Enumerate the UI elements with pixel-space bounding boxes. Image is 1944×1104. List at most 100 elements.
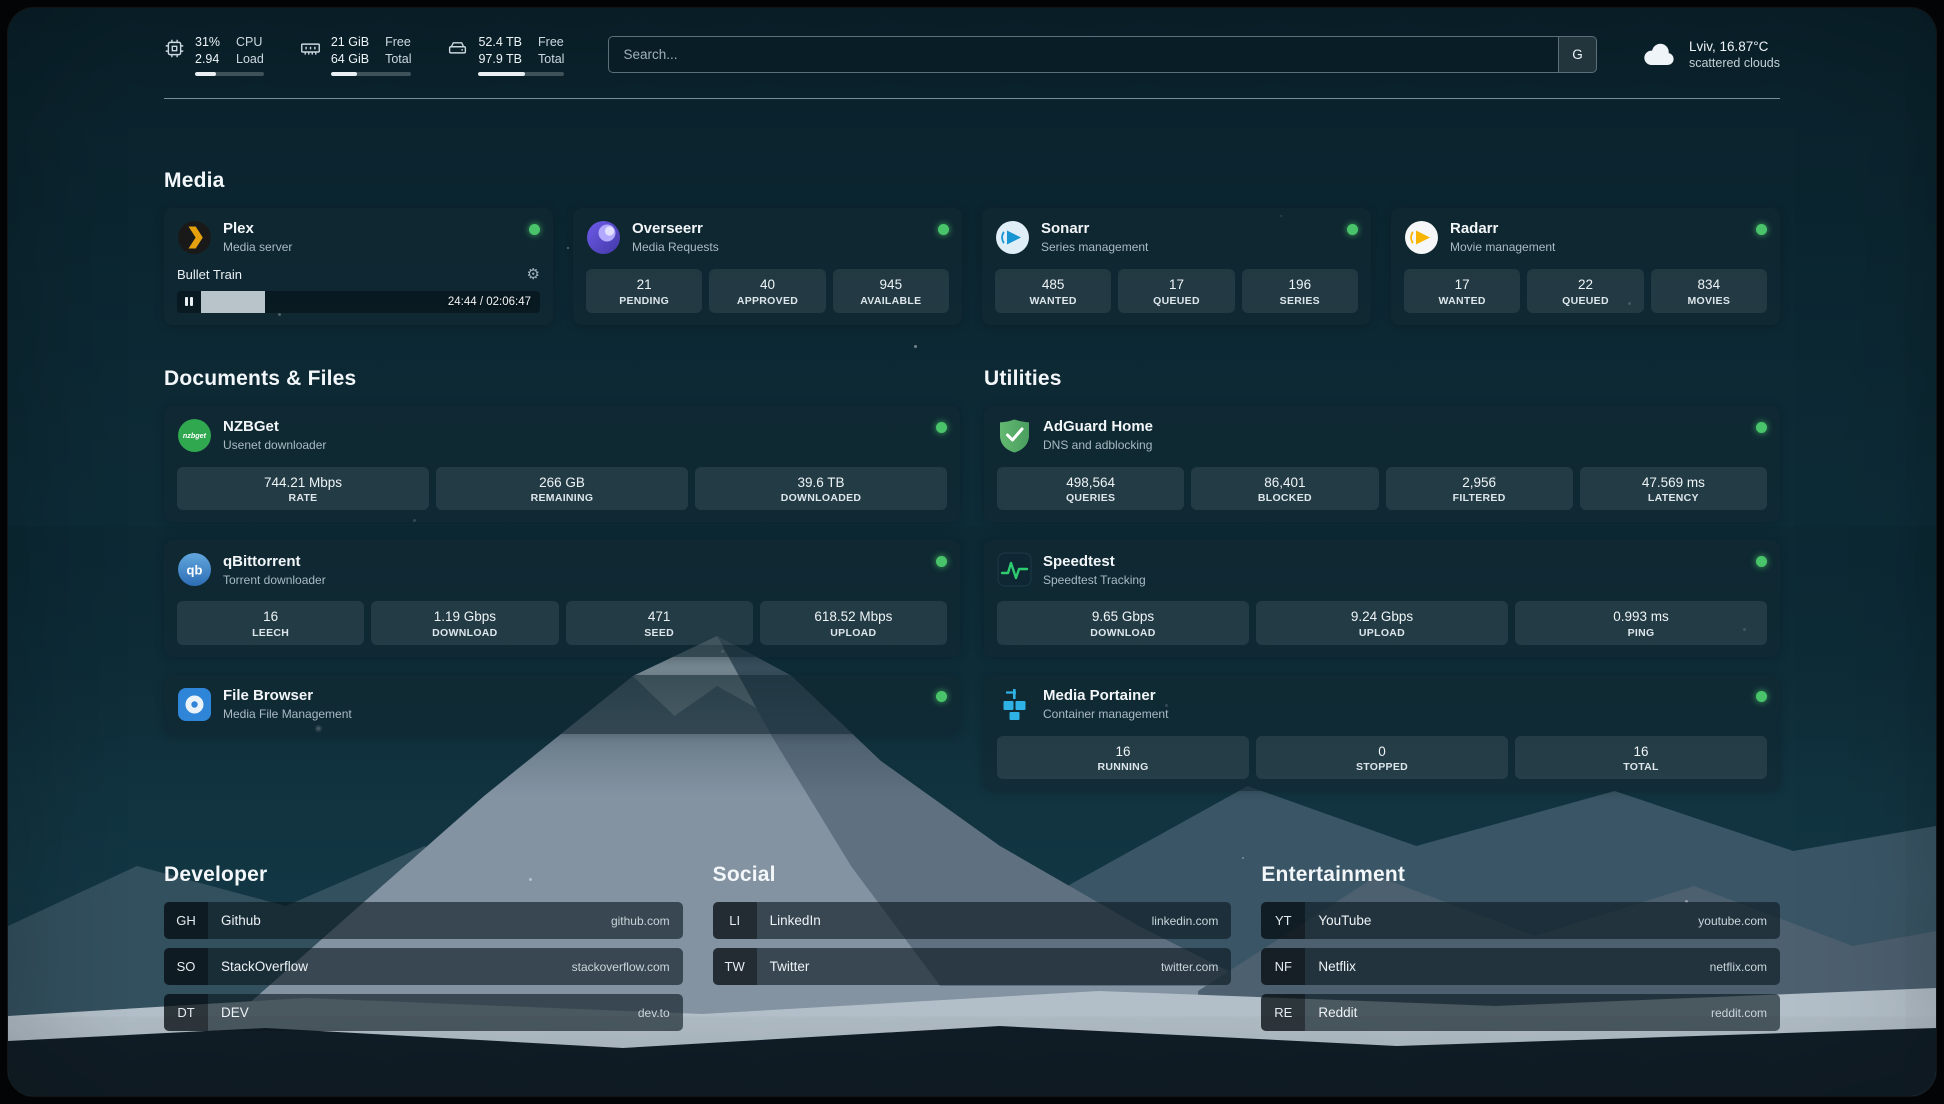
bookmark-abbr: RE — [1261, 994, 1305, 1031]
bookmark-group-entertainment: Entertainment YT YouTube youtube.com NF … — [1261, 863, 1780, 1040]
stat-tile: 40 APPROVED — [709, 269, 825, 313]
bookmark-netflix[interactable]: NF Netflix netflix.com — [1261, 948, 1780, 985]
stat-value: 17 — [1122, 276, 1230, 294]
status-dot — [1756, 224, 1767, 235]
disk-label-2: Total — [538, 51, 564, 67]
stat-label: MOVIES — [1655, 295, 1763, 307]
utilities-heading: Utilities — [984, 367, 1780, 391]
bookmark-name: StackOverflow — [221, 959, 572, 974]
status-dot — [1756, 691, 1767, 702]
pause-button[interactable] — [177, 291, 201, 313]
card-title: Plex — [223, 220, 518, 238]
bookmark-stackoverflow[interactable]: SO StackOverflow stackoverflow.com — [164, 948, 683, 985]
search-input[interactable] — [609, 37, 1558, 72]
status-dot — [529, 224, 540, 235]
stat-value: 196 — [1246, 276, 1354, 294]
disk-icon — [447, 38, 468, 59]
utilities-column: Utilities AdGuard — [984, 367, 1780, 792]
status-dot — [1756, 422, 1767, 433]
bookmark-twitter[interactable]: TW Twitter twitter.com — [713, 948, 1232, 985]
status-dot — [936, 691, 947, 702]
stat-value: 744.21 Mbps — [181, 474, 425, 492]
stat-tile: 22 QUEUED — [1527, 269, 1643, 313]
bookmark-github[interactable]: GH Github github.com — [164, 902, 683, 939]
dashboard-frame: 31% CPU 2.94 Load 21 — [8, 8, 1936, 1096]
bookmark-url: youtube.com — [1698, 914, 1767, 928]
status-dot — [936, 556, 947, 567]
stat-label: DOWNLOADED — [699, 492, 943, 504]
stat-value: 39.6 TB — [699, 474, 943, 492]
bookmark-linkedin[interactable]: LI LinkedIn linkedin.com — [713, 902, 1232, 939]
stat-tile: 266 GB REMAINING — [436, 467, 688, 511]
media-section: Media Plex Media server — [164, 169, 1780, 325]
stat-label: WANTED — [1408, 295, 1516, 307]
stat-value: 21 — [590, 276, 698, 294]
radarr-icon — [1404, 220, 1439, 255]
filebrowser-card[interactable]: File Browser Media File Management — [164, 675, 960, 734]
bookmark-url: twitter.com — [1161, 960, 1218, 974]
bookmark-dev[interactable]: DT DEV dev.to — [164, 994, 683, 1031]
bookmark-url: netflix.com — [1710, 960, 1767, 974]
cpu-bar — [195, 72, 264, 76]
memory-label-2: Total — [385, 51, 411, 67]
speedtest-icon — [997, 552, 1032, 587]
cpu-percent: 31% — [195, 34, 220, 50]
filebrowser-icon — [177, 687, 212, 722]
disk-free: 52.4 TB — [478, 34, 522, 50]
bookmark-abbr: GH — [164, 902, 208, 939]
plex-icon — [177, 220, 212, 255]
cpu-widget: 31% CPU 2.94 Load — [164, 34, 264, 76]
bookmark-abbr: TW — [713, 948, 757, 985]
gear-icon[interactable]: ⚙ — [527, 267, 540, 282]
overseerr-card[interactable]: Overseerr Media Requests 21 PENDING 40 A… — [573, 208, 962, 325]
cloud-icon — [1641, 42, 1677, 68]
weather-widget: Lviv, 16.87°C scattered clouds — [1641, 39, 1780, 70]
stat-tile: 2,956 FILTERED — [1386, 467, 1573, 511]
bookmark-name: LinkedIn — [770, 913, 1152, 928]
dashboard-content: 31% CPU 2.94 Load 21 — [8, 8, 1936, 1076]
portainer-card[interactable]: Media Portainer Container management 16 … — [984, 675, 1780, 792]
documents-heading: Documents & Files — [164, 367, 960, 391]
card-title: Radarr — [1450, 220, 1745, 238]
stat-label: TOTAL — [1519, 761, 1763, 773]
qbittorrent-card[interactable]: qb qBittorrent Torrent downloader 16 LEE… — [164, 540, 960, 657]
stat-tile: 471 SEED — [566, 601, 753, 645]
stat-label: UPLOAD — [1260, 627, 1504, 639]
bookmark-youtube[interactable]: YT YouTube youtube.com — [1261, 902, 1780, 939]
stat-label: QUEUED — [1122, 295, 1230, 307]
stat-tile: 39.6 TB DOWNLOADED — [695, 467, 947, 511]
speedtest-card[interactable]: Speedtest Speedtest Tracking 9.65 Gbps D… — [984, 540, 1780, 657]
card-title: Sonarr — [1041, 220, 1336, 238]
cpu-icon — [164, 38, 185, 59]
bookmark-reddit[interactable]: RE Reddit reddit.com — [1261, 994, 1780, 1031]
bookmark-abbr: NF — [1261, 948, 1305, 985]
memory-icon — [300, 38, 321, 59]
search-provider-button[interactable]: G — [1558, 37, 1596, 72]
status-dot — [1756, 556, 1767, 567]
playback-time: 24:44 / 02:06:47 — [448, 291, 531, 313]
stat-label: QUEUED — [1531, 295, 1639, 307]
sonarr-icon — [995, 220, 1030, 255]
bookmark-name: Github — [221, 913, 611, 928]
stat-tile: 16 RUNNING — [997, 736, 1249, 780]
stat-tile: 485 WANTED — [995, 269, 1111, 313]
nzbget-card[interactable]: nzbget NZBGet Usenet downloader 744.21 M… — [164, 406, 960, 523]
stat-label: BLOCKED — [1195, 492, 1374, 504]
documents-column: Documents & Files nzbget NZBGet Usenet d — [164, 367, 960, 792]
sonarr-card[interactable]: Sonarr Series management 485 WANTED 17 Q… — [982, 208, 1371, 325]
adguard-card[interactable]: AdGuard Home DNS and adblocking 498,564 … — [984, 406, 1780, 523]
card-title: Overseerr — [632, 220, 927, 238]
stat-value: 22 — [1531, 276, 1639, 294]
nzbget-icon: nzbget — [177, 418, 212, 453]
card-subtitle: Torrent downloader — [223, 573, 925, 587]
stat-value: 86,401 — [1195, 474, 1374, 492]
memory-widget: 21 GiB Free 64 GiB Total — [300, 34, 412, 76]
overseerr-icon — [586, 220, 621, 255]
card-title: NZBGet — [223, 418, 925, 436]
stat-value: 945 — [837, 276, 945, 294]
plex-card[interactable]: Plex Media server Bullet Train ⚙ — [164, 208, 553, 325]
radarr-card[interactable]: Radarr Movie management 17 WANTED 22 QUE… — [1391, 208, 1780, 325]
topbar: 31% CPU 2.94 Load 21 — [164, 34, 1780, 76]
svg-text:qb: qb — [187, 563, 203, 578]
cpu-load: 2.94 — [195, 51, 220, 67]
